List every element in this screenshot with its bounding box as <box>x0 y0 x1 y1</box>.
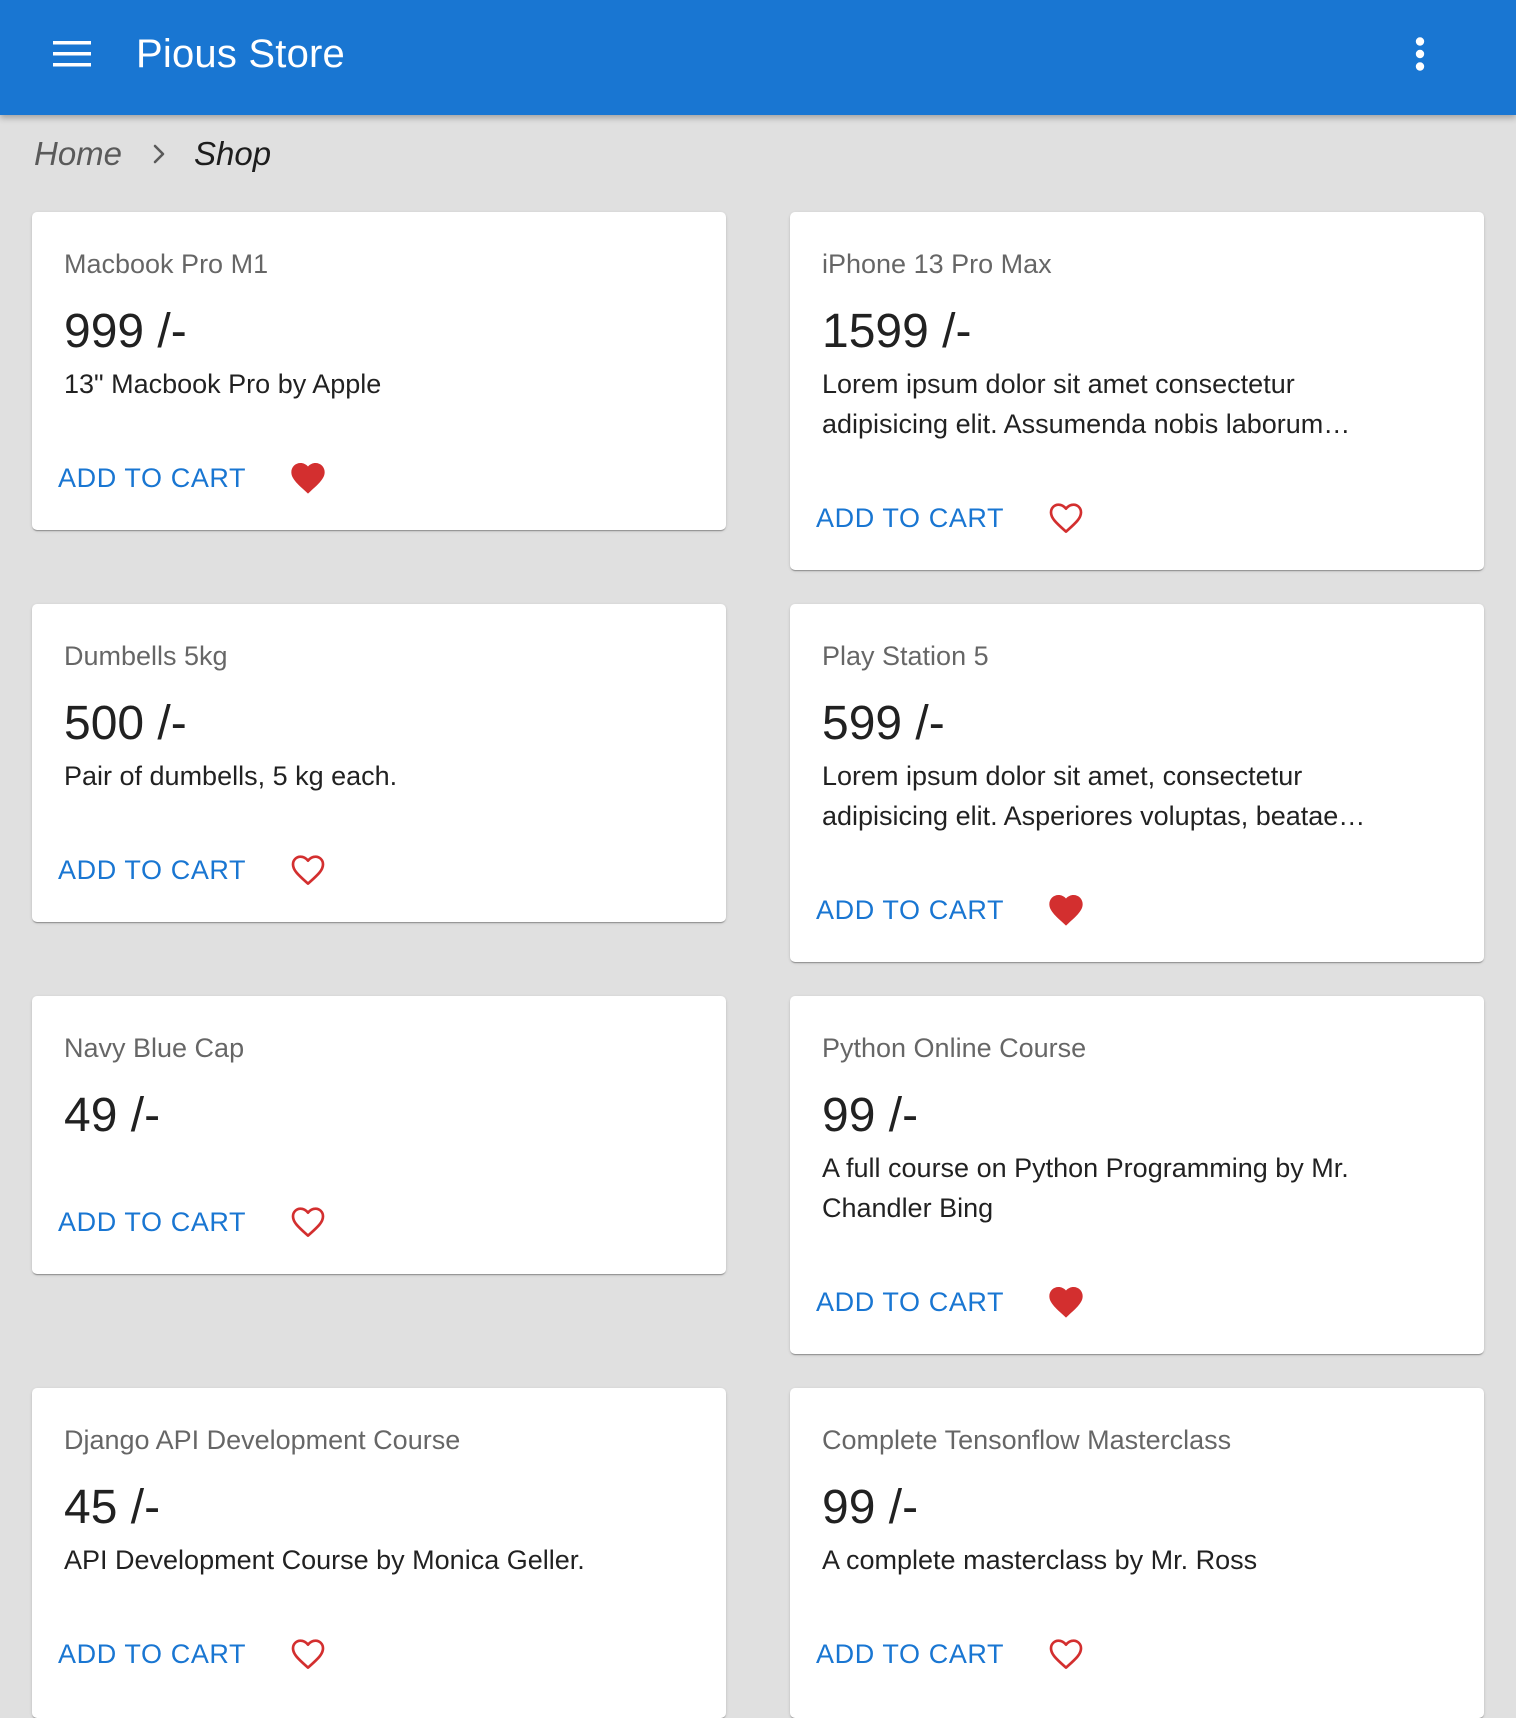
product-title: Dumbells 5kg <box>64 641 228 671</box>
product-description: Lorem ipsum dolor sit amet, consectetur … <box>822 761 1366 831</box>
breadcrumb-home-link[interactable]: Home <box>34 132 122 176</box>
menu-icon[interactable] <box>42 24 102 84</box>
product-card: Python Online Course 99 /- A full course… <box>790 996 1484 1354</box>
add-to-cart-button[interactable]: ADD TO CART <box>816 1282 1004 1322</box>
product-card: Django API Development Course 45 /- API … <box>32 1388 726 1718</box>
product-title: Navy Blue Cap <box>64 1033 245 1063</box>
product-title: Python Online Course <box>822 1033 1087 1063</box>
product-card: Complete Tensonflow Masterclass 99 /- A … <box>790 1388 1484 1718</box>
favorite-filled-icon[interactable] <box>1042 1278 1090 1326</box>
product-price: 99 /- <box>822 1481 919 1534</box>
product-description: A complete masterclass by Mr. Ross <box>822 1545 1258 1575</box>
product-card: Dumbells 5kg 500 /- Pair of dumbells, 5 … <box>32 604 726 922</box>
product-price: 99 /- <box>822 1089 919 1142</box>
product-price: 500 /- <box>64 697 187 750</box>
product-card: Navy Blue Cap 49 /- ADD TO CART <box>32 996 726 1274</box>
product-description: API Development Course by Monica Geller. <box>64 1545 585 1575</box>
product-title: Complete Tensonflow Masterclass <box>822 1425 1232 1455</box>
more-vert-icon[interactable] <box>1390 24 1450 84</box>
product-card: Play Station 5 599 /- Lorem ipsum dolor … <box>790 604 1484 962</box>
product-description: 13" Macbook Pro by Apple <box>64 369 382 399</box>
app-bar: Pious Store <box>0 0 1516 115</box>
product-title: Play Station 5 <box>822 641 989 671</box>
favorite-outline-icon[interactable] <box>284 1198 332 1246</box>
product-price: 45 /- <box>64 1481 161 1534</box>
add-to-cart-button[interactable]: ADD TO CART <box>58 850 246 890</box>
product-price: 999 /- <box>64 305 187 358</box>
chevron-right-icon <box>152 143 166 165</box>
product-price: 599 /- <box>822 697 945 750</box>
breadcrumb-current: Shop <box>194 135 272 172</box>
breadcrumb: Home Shop <box>34 132 271 176</box>
favorite-outline-icon[interactable] <box>284 1630 332 1678</box>
favorite-filled-icon[interactable] <box>284 454 332 502</box>
product-description: Lorem ipsum dolor sit amet consectetur a… <box>822 369 1351 439</box>
product-price: 1599 /- <box>822 305 972 358</box>
favorite-outline-icon[interactable] <box>1042 494 1090 542</box>
add-to-cart-button[interactable]: ADD TO CART <box>816 890 1004 930</box>
product-description: Pair of dumbells, 5 kg each. <box>64 761 398 791</box>
add-to-cart-button[interactable]: ADD TO CART <box>816 498 1004 538</box>
add-to-cart-button[interactable]: ADD TO CART <box>58 458 246 498</box>
favorite-filled-icon[interactable] <box>1042 886 1090 934</box>
favorite-outline-icon[interactable] <box>1042 1630 1090 1678</box>
favorite-outline-icon[interactable] <box>284 846 332 894</box>
product-card: iPhone 13 Pro Max 1599 /- Lorem ipsum do… <box>790 212 1484 570</box>
product-title: Django API Development Course <box>64 1425 461 1455</box>
add-to-cart-button[interactable]: ADD TO CART <box>816 1634 1004 1674</box>
product-price: 49 /- <box>64 1089 161 1142</box>
product-title: iPhone 13 Pro Max <box>822 249 1052 279</box>
add-to-cart-button[interactable]: ADD TO CART <box>58 1202 246 1242</box>
app-title: Pious Store <box>136 32 345 76</box>
product-card: Macbook Pro M1 999 /- 13" Macbook Pro by… <box>32 212 726 530</box>
product-title: Macbook Pro M1 <box>64 249 269 279</box>
add-to-cart-button[interactable]: ADD TO CART <box>58 1634 246 1674</box>
product-description: A full course on Python Programming by M… <box>822 1153 1349 1223</box>
